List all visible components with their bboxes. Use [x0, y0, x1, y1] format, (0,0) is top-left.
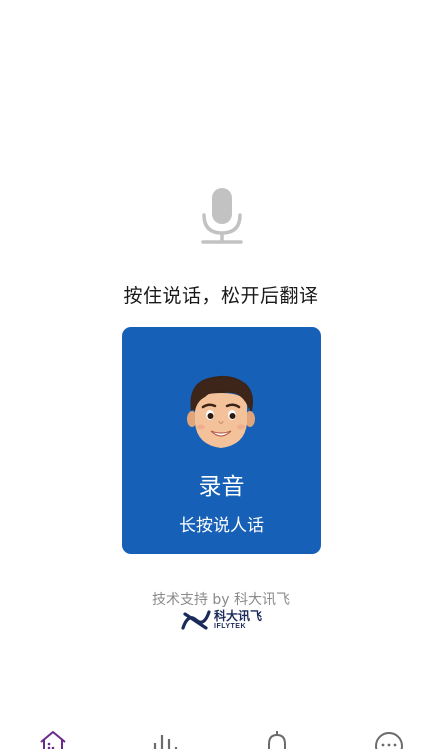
record-button[interactable]: 录音 长按说人话: [122, 327, 321, 554]
brand-name-en: IFLYTEK: [214, 623, 247, 630]
record-title: 录音: [198, 474, 245, 500]
bottom-tab-bar: [0, 725, 442, 749]
stats-icon[interactable]: [150, 729, 180, 749]
iflytek-logo: 科大讯飞 IFLYTEK: [180, 608, 262, 632]
instruction-text: 按住说话，松开后翻译: [123, 285, 319, 307]
home-icon[interactable]: [38, 729, 68, 749]
brand-name-cn: 科大讯飞: [214, 609, 263, 623]
record-subtitle: 长按说人话: [179, 516, 264, 536]
iflytek-mark-icon: [181, 610, 211, 630]
avatar: [187, 375, 255, 448]
powered-by-text: 技术支持 by 科大讯飞: [151, 592, 291, 608]
bell-icon[interactable]: [262, 729, 292, 749]
translate-screen: 按住说话，松开后翻译 录音 长按说人话 技术支持 by 科大讯飞 科大讯飞 IF…: [0, 0, 442, 749]
chat-icon[interactable]: [374, 729, 404, 749]
microphone-icon: [201, 188, 243, 244]
